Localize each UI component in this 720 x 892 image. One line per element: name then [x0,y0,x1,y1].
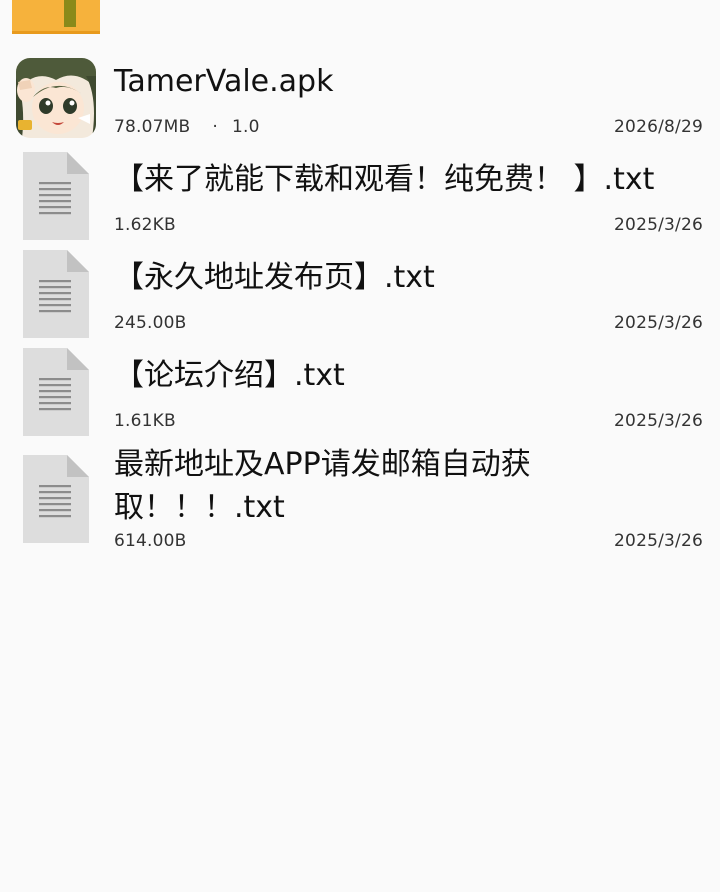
file-size: 614.00B [114,531,187,551]
file-row[interactable]: 最新地址及APP请发邮箱自动获取！！！.txt 614.00B 2025/3/2… [0,447,720,555]
file-row[interactable]: 【来了就能下载和观看！纯免费！ 】.txt 1.62KB 2025/3/26 [0,152,720,242]
file-row-apk[interactable]: TamerVale.apk 78.07MB · 1.0 2026/8/29 [0,58,720,146]
app-icon [16,58,96,138]
doc-icon-wrap [16,455,96,545]
file-row[interactable]: 【论坛介绍】.txt 1.61KB 2025/3/26 [0,348,720,438]
folder-tab [64,0,76,27]
file-meta: 78.07MB · 1.0 [114,117,260,137]
file-row[interactable]: 【永久地址发布页】.txt 245.00B 2025/3/26 [0,250,720,340]
text-file-icon [23,455,89,543]
file-name: 【永久地址发布页】.txt [114,260,435,295]
file-name: 最新地址及APP请发邮箱自动获取！！！.txt [114,447,531,525]
file-date: 2026/8/29 [614,117,703,137]
file-date: 2025/3/26 [614,215,703,235]
file-name: 【论坛介绍】.txt [114,358,345,393]
doc-icon-wrap [16,152,96,242]
file-date: 2025/3/26 [614,313,703,333]
file-size: 1.61KB [114,411,176,431]
text-file-icon [23,152,89,240]
file-date: 2025/3/26 [614,531,703,551]
file-date: 2025/3/26 [614,411,703,431]
doc-icon-wrap [16,250,96,340]
file-name: 【来了就能下载和观看！纯免费！ 】.txt [114,162,655,197]
file-name: TamerVale.apk [114,64,334,99]
text-file-icon [23,348,89,436]
doc-icon-wrap [16,348,96,438]
app-version: 1.0 [232,117,260,137]
file-size: 1.62KB [114,215,176,235]
meta-separator: · [212,117,219,137]
text-file-icon [23,250,89,338]
file-size: 245.00B [114,313,187,333]
app-icon-wrap [16,58,96,148]
folder-icon[interactable] [12,0,100,34]
file-size: 78.07MB [114,117,191,137]
